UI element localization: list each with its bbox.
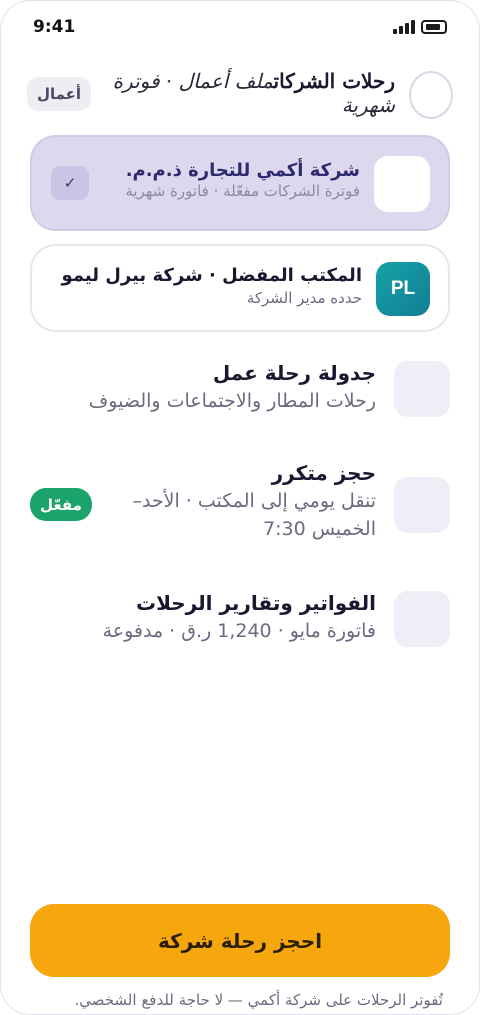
company-logo bbox=[374, 156, 430, 212]
menu-item-title: الفواتير وتقارير الرحلات bbox=[135, 591, 376, 615]
billing-footnote: تُفوتر الرحلات على شركة أكمي — لا حاجة ل… bbox=[74, 991, 443, 1009]
header: رحلات الشركاتملف أعمال · فوترة شهرية أعم… bbox=[27, 69, 453, 121]
menu-item-text: الفواتير وتقارير الرحلات فاتورة مايو · 1… bbox=[76, 589, 376, 646]
chauffeur-name: المكتب المفضل · شركة بيرل ليمو bbox=[61, 265, 362, 286]
menu-item-text: حجز متكرر تنقل يومي إلى المكتب · الأحد–ا… bbox=[106, 459, 376, 543]
menu-item-text: جدولة رحلة عمل رحلات المطار والاجتماعات … bbox=[76, 359, 376, 416]
enabled-status-badge[interactable]: مفعّل bbox=[30, 488, 92, 521]
status-icons bbox=[393, 20, 447, 34]
status-time: 9:41 bbox=[33, 17, 76, 37]
header-text: رحلات الشركاتملف أعمال · فوترة شهرية bbox=[95, 69, 395, 117]
preferred-chauffeur-card[interactable]: PL المكتب المفضل · شركة بيرل ليمو حدده م… bbox=[30, 244, 450, 332]
menu-item-invoices-reports[interactable]: الفواتير وتقارير الرحلات فاتورة مايو · 1… bbox=[30, 589, 450, 653]
profile-avatar[interactable] bbox=[409, 71, 453, 119]
chauffeur-text: المكتب المفضل · شركة بيرل ليمو حدده مدير… bbox=[62, 264, 362, 309]
menu-item-subtitle: فاتورة مايو · 1,240 ر.ق · مدفوعة bbox=[102, 620, 376, 642]
company-account-card[interactable]: شركة أكمي للتجارة ذ.م.م. فوترة الشركات م… bbox=[30, 135, 450, 231]
menu-item-schedule-trip[interactable]: جدولة رحلة عمل رحلات المطار والاجتماعات … bbox=[30, 359, 450, 423]
chauffeur-logo-badge: PL bbox=[376, 262, 430, 316]
menu-item-title: جدولة رحلة عمل bbox=[212, 361, 376, 385]
chauffeur-subtitle: حدده مدير الشركة bbox=[246, 289, 362, 308]
company-name: شركة أكمي للتجارة ذ.م.م. bbox=[125, 160, 360, 181]
book-company-ride-button[interactable]: احجز رحلة شركة bbox=[30, 904, 450, 977]
business-mode-chip[interactable]: أعمال bbox=[27, 77, 91, 111]
calendar-icon bbox=[394, 361, 450, 417]
selected-check-icon[interactable]: ✓ bbox=[51, 166, 89, 200]
repeat-icon bbox=[394, 477, 450, 533]
company-text: شركة أكمي للتجارة ذ.م.م. فوترة الشركات م… bbox=[125, 159, 360, 202]
battery-icon bbox=[421, 20, 447, 34]
menu-item-subtitle: تنقل يومي إلى المكتب · الأحد–الخميس 7:30 bbox=[132, 490, 376, 540]
signal-icon bbox=[393, 20, 415, 34]
menu-item-title: حجز متكرر bbox=[271, 461, 376, 485]
phone-frame: 9:41 رحلات الشركاتملف أعمال · فوترة شهري… bbox=[0, 0, 480, 1015]
menu-item-subtitle: رحلات المطار والاجتماعات والضيوف bbox=[88, 390, 376, 412]
invoice-icon bbox=[394, 591, 450, 647]
page-title: رحلات الشركات bbox=[273, 69, 395, 93]
company-billing-status: فوترة الشركات مفعّلة · فاتورة شهرية bbox=[125, 182, 360, 201]
menu-item-recurring-booking[interactable]: حجز متكرر تنقل يومي إلى المكتب · الأحد–ا… bbox=[30, 459, 450, 551]
